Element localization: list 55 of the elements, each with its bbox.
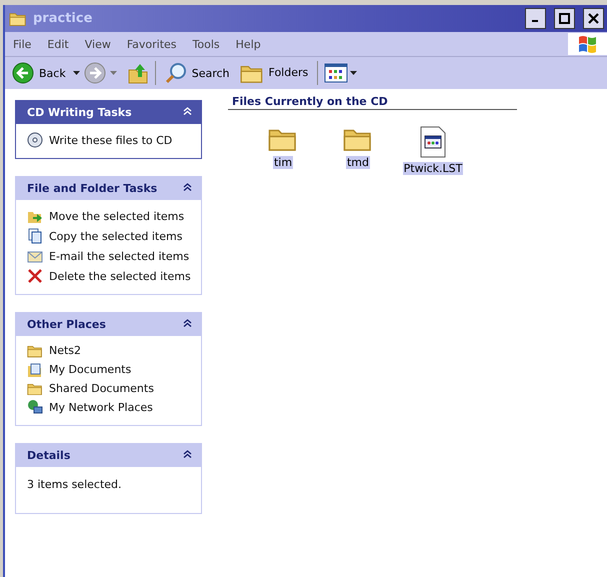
- menu-item[interactable]: Tools: [184, 38, 228, 50]
- folder-icon: [27, 344, 43, 358]
- panel-header[interactable]: Other Places: [16, 313, 201, 336]
- task-link[interactable]: Nets2: [49, 344, 82, 358]
- collapse-icon[interactable]: [183, 319, 192, 330]
- flag-logo-icon: [568, 33, 607, 55]
- minimize-button[interactable]: [525, 8, 546, 29]
- folder-icon: [9, 10, 27, 26]
- panel-title: Other Places: [27, 318, 106, 331]
- task-link[interactable]: Copy the selected items: [49, 230, 182, 242]
- panel-title: CD Writing Tasks: [27, 106, 132, 119]
- menu-item[interactable]: Favorites: [118, 38, 185, 50]
- task-link[interactable]: My Documents: [49, 363, 132, 376]
- menu-item[interactable]: View: [76, 38, 119, 50]
- views-icon: [324, 63, 348, 83]
- maximize-button[interactable]: [554, 8, 575, 29]
- file-name[interactable]: tmd: [346, 156, 370, 168]
- menu-item[interactable]: Edit: [39, 38, 77, 50]
- maximize-icon: [559, 13, 570, 24]
- document-icon: [419, 126, 447, 158]
- task-link[interactable]: Move the selected items: [49, 210, 184, 222]
- task-link[interactable]: Delete the selected items: [49, 270, 191, 282]
- panel-title: Details: [27, 449, 70, 462]
- cd-icon: [27, 132, 43, 148]
- window-title: practice: [33, 11, 94, 26]
- delete-icon: [27, 268, 43, 284]
- network-icon: [27, 399, 43, 416]
- task-link[interactable]: E-mail the selected items: [49, 250, 190, 262]
- task-link[interactable]: My Network Places: [49, 400, 153, 414]
- panel-header[interactable]: File and Folder Tasks: [16, 177, 201, 200]
- task-link[interactable]: Write these files to CD: [49, 134, 172, 146]
- documents-icon: [27, 362, 43, 378]
- file-name[interactable]: Ptwick.LST: [402, 162, 464, 175]
- dropdown-arrow-icon[interactable]: [72, 69, 80, 77]
- back-button[interactable]: Back: [9, 60, 69, 86]
- group-heading: Files Currently on the CD: [228, 95, 517, 110]
- close-icon: [588, 13, 599, 24]
- menu-item[interactable]: Help: [228, 38, 269, 50]
- panel-header[interactable]: Details: [16, 444, 201, 468]
- close-button[interactable]: [583, 8, 604, 29]
- panel-header[interactable]: CD Writing Tasks: [16, 101, 201, 124]
- views-button[interactable]: [324, 63, 358, 83]
- menu-item[interactable]: File: [5, 38, 40, 50]
- collapse-icon[interactable]: [183, 107, 192, 118]
- search-icon: [164, 62, 187, 84]
- search-button[interactable]: Search: [162, 60, 233, 86]
- dropdown-arrow-icon: [350, 71, 358, 75]
- folders-button[interactable]: Folders: [236, 60, 312, 86]
- details-text: 3 items selected.: [26, 477, 123, 494]
- folder-icon: [27, 382, 43, 396]
- file-name[interactable]: tim: [272, 156, 294, 168]
- collapse-icon[interactable]: [183, 183, 192, 194]
- copy-icon: [27, 228, 43, 244]
- task-link[interactable]: Shared Documents: [49, 382, 154, 395]
- panel-title: File and Folder Tasks: [27, 182, 158, 195]
